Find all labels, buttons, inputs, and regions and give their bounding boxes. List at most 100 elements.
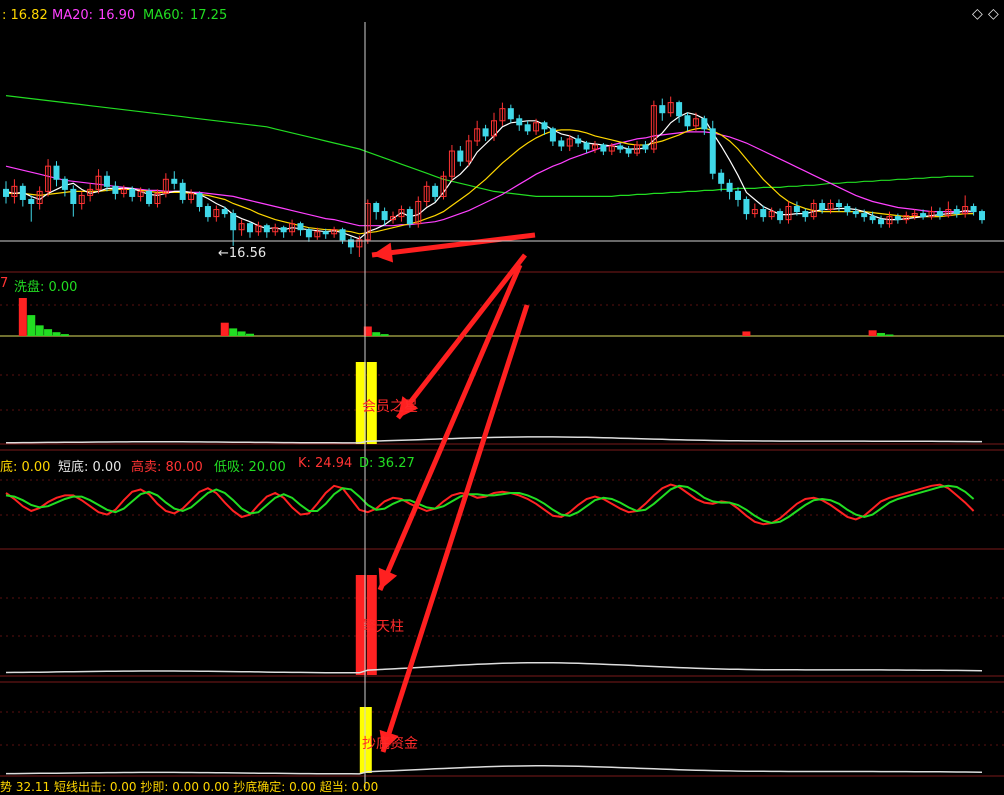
candle-body-57 xyxy=(482,128,489,137)
candle-body-31 xyxy=(263,225,270,233)
candle-body-60 xyxy=(507,108,514,120)
washout-bar-3 xyxy=(44,329,53,336)
candle-body-76 xyxy=(642,144,649,150)
washout-label: 洗盘: 0.00 xyxy=(14,280,78,295)
candle-body-86 xyxy=(726,182,733,192)
candle-body-44 xyxy=(373,202,380,213)
ma60-label: MA60: xyxy=(143,8,185,23)
candle-body-65 xyxy=(549,128,556,142)
washout-bar-1 xyxy=(27,315,36,336)
candle-body-6 xyxy=(53,165,60,180)
candle-body-113 xyxy=(953,209,960,215)
candle-body-61 xyxy=(516,118,523,126)
candle-body-3 xyxy=(28,198,35,204)
candle-body-102 xyxy=(861,213,868,218)
member-star-label: 会员之星 xyxy=(362,399,418,415)
candle-body-68 xyxy=(575,138,582,144)
candle-body-64 xyxy=(541,122,548,130)
candle-body-40 xyxy=(339,229,346,241)
washout-bar-13 xyxy=(742,331,751,336)
bottom-fund-curve xyxy=(6,765,983,775)
stoch-k-line xyxy=(5,483,975,526)
washout-bar-12 xyxy=(380,334,389,336)
candle-body-12 xyxy=(103,175,110,187)
ma60-value: 17.25 xyxy=(190,8,228,23)
washout-bar-5 xyxy=(60,334,69,336)
washout-bar-2 xyxy=(35,325,44,336)
washout-bar-16 xyxy=(885,334,894,336)
candle-body-17 xyxy=(146,190,153,204)
candle-body-97 xyxy=(819,202,826,211)
pillar-curve xyxy=(5,662,983,674)
stock-chart-svg[interactable] xyxy=(0,0,1004,788)
candle-body-8 xyxy=(70,188,77,204)
kdj-low-buy: 低吸: 20.00 xyxy=(214,460,286,475)
moving-average-lines xyxy=(5,95,974,240)
candle-body-13 xyxy=(112,185,119,194)
candle-body-27 xyxy=(230,213,237,231)
candle-body-80 xyxy=(676,102,683,117)
candle-body-45 xyxy=(381,211,388,221)
candle-body-74 xyxy=(625,148,632,154)
candle-body-48 xyxy=(406,209,413,225)
washout-bar-14 xyxy=(868,330,877,336)
candle-body-78 xyxy=(659,105,666,114)
washout-index: 7 xyxy=(0,276,9,291)
candle-body-104 xyxy=(878,219,885,225)
candle-body-106 xyxy=(894,216,901,221)
candle-body-95 xyxy=(802,211,809,218)
candle-body-36 xyxy=(305,229,312,238)
candle-body-2 xyxy=(19,185,26,200)
candle-body-115 xyxy=(970,206,977,213)
low-price-value: 16.56 xyxy=(228,246,267,261)
kdj-bottom: 底: 0.00 xyxy=(0,460,51,475)
candle-body-88 xyxy=(743,198,750,215)
washout-bar-4 xyxy=(52,332,61,336)
diamond-icon-2[interactable]: ◇ xyxy=(988,6,999,22)
bottom-indicator-row: 势 32.11 短线出击: 0.00 抄即: 0.00 0.00 抄底确定: 0… xyxy=(0,780,379,794)
candle-body-51 xyxy=(432,185,439,197)
candle-body-87 xyxy=(735,190,741,200)
candle-body-7 xyxy=(61,178,68,190)
candle-body-15 xyxy=(129,188,136,197)
candle-body-100 xyxy=(844,206,851,213)
ma20-label: MA20: xyxy=(52,8,94,23)
low-price-marker: ←16.56 xyxy=(218,246,267,261)
washout-bar-0 xyxy=(18,298,27,336)
candle-body-73 xyxy=(617,145,624,150)
washout-bar-11 xyxy=(372,332,381,336)
candle-body-62 xyxy=(524,124,531,132)
ma5-value: : 16.82 xyxy=(2,8,48,23)
indicator-marks xyxy=(0,298,1004,775)
candle-body-90 xyxy=(760,209,767,218)
pillar-label: 擎天柱 xyxy=(362,619,404,635)
candle-body-71 xyxy=(600,144,607,152)
candle-body-99 xyxy=(835,202,842,208)
ma10-line xyxy=(6,127,974,235)
candle-body-101 xyxy=(852,211,859,215)
candle-body-69 xyxy=(583,142,590,150)
chart-stage: : 16.82 MA20: 16.90 MA60: 17.25 ◇ ◇ ←16.… xyxy=(0,0,1004,794)
candle-body-23 xyxy=(196,192,203,208)
candle-body-20 xyxy=(171,178,178,184)
candle-body-54 xyxy=(457,150,464,162)
kdj-high-sell: 高卖: 80.00 xyxy=(131,460,203,475)
candle-body-116 xyxy=(979,211,985,221)
diamond-icon[interactable]: ◇ xyxy=(972,6,983,22)
candle-body-0 xyxy=(3,188,9,197)
washout-bar-9 xyxy=(246,333,254,336)
washout-bar-7 xyxy=(229,328,238,336)
candle-body-83 xyxy=(701,118,708,130)
candle-body-94 xyxy=(793,206,800,213)
candle-body-103 xyxy=(869,216,876,221)
candle-body-26 xyxy=(221,209,228,215)
arrow-to-low-shaft xyxy=(371,232,536,258)
candle-body-81 xyxy=(684,115,691,127)
candle-body-35 xyxy=(297,223,304,231)
candle-body-66 xyxy=(558,140,565,147)
candle-body-24 xyxy=(204,206,211,218)
candle-body-109 xyxy=(920,213,927,218)
candlesticks xyxy=(3,96,985,257)
washout-bar-15 xyxy=(877,332,886,336)
candle-body-38 xyxy=(322,231,329,235)
